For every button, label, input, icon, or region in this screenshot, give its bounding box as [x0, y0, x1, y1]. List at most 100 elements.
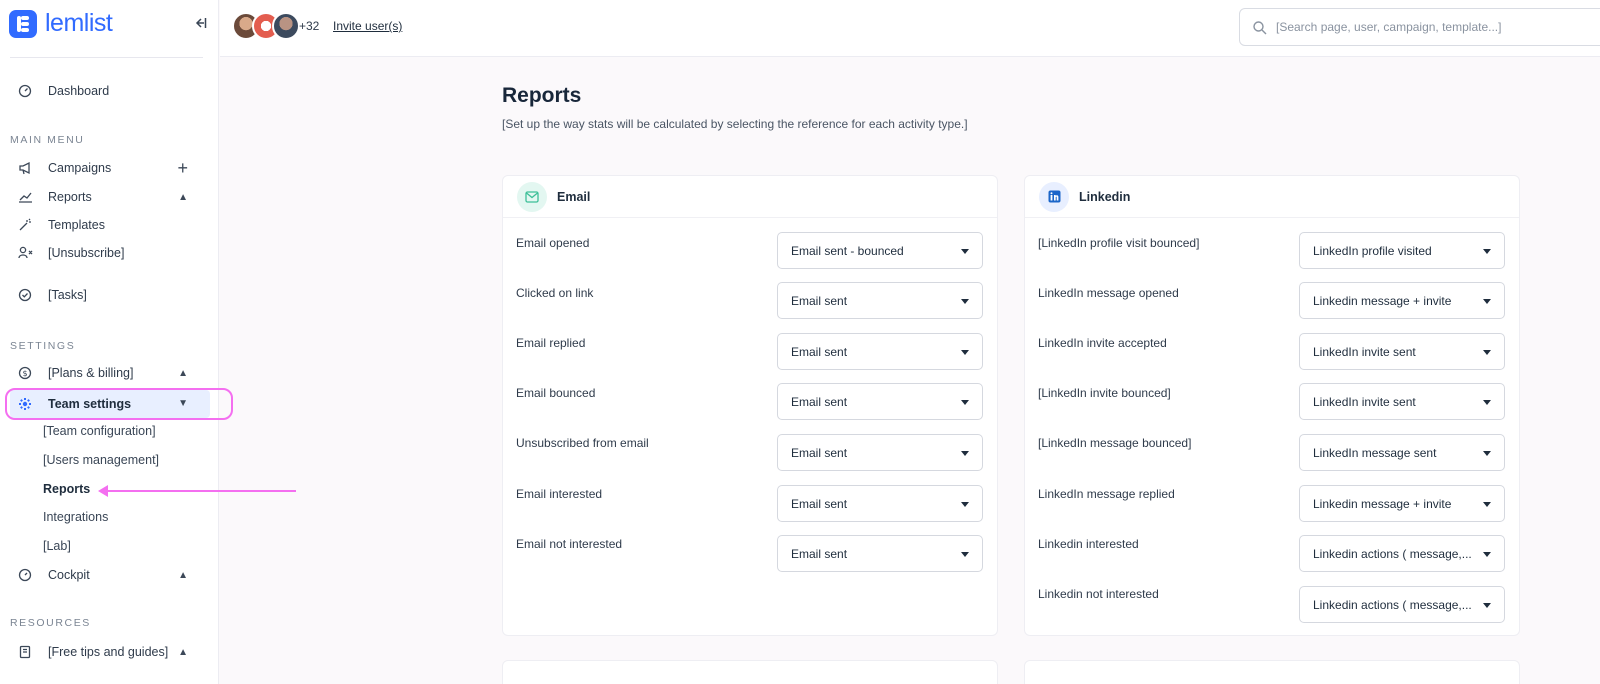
- reference-select[interactable]: Email sent: [777, 383, 983, 420]
- reference-select[interactable]: Linkedin message + invite: [1299, 485, 1505, 522]
- row-label: Unsubscribed from email: [516, 436, 649, 450]
- row-label: Email not interested: [516, 537, 623, 551]
- chevron-up-icon[interactable]: ▲: [178, 360, 188, 386]
- caret-down-icon: [961, 451, 969, 456]
- reference-select[interactable]: LinkedIn message sent: [1299, 434, 1505, 471]
- sidebar-item-tasks[interactable]: [Tasks]: [10, 282, 210, 308]
- caret-down-icon: [961, 299, 969, 304]
- caret-down-icon: [1483, 249, 1491, 254]
- sidebar-item-campaigns[interactable]: Campaigns +: [10, 155, 210, 181]
- section-label-main-menu: MAIN MENU: [10, 134, 85, 146]
- row-label: LinkedIn invite accepted: [1038, 336, 1167, 350]
- caret-down-icon: [1483, 451, 1491, 456]
- linkedin-settings-card: Linkedin [LinkedIn profile visit bounced…: [1024, 175, 1520, 636]
- reference-select[interactable]: LinkedIn invite sent: [1299, 383, 1505, 420]
- caret-down-icon: [1483, 400, 1491, 405]
- invite-users-link[interactable]: Invite user(s): [333, 19, 402, 33]
- reference-select[interactable]: LinkedIn profile visited: [1299, 232, 1505, 269]
- row-label: LinkedIn message opened: [1038, 286, 1179, 300]
- sidebar-subitem-reports[interactable]: Reports: [43, 482, 90, 496]
- reference-select[interactable]: Linkedin message + invite: [1299, 282, 1505, 319]
- reference-select[interactable]: LinkedIn invite sent: [1299, 333, 1505, 370]
- email-settings-card: Email Email opened Email sent - bounced …: [502, 175, 998, 636]
- row-label: Email replied: [516, 336, 586, 350]
- chevron-up-icon[interactable]: ▲: [178, 184, 188, 210]
- sidebar-item-free-tips[interactable]: [Free tips and guides] ▲: [10, 639, 210, 665]
- brand-logo[interactable]: lemlist: [9, 9, 113, 38]
- team-avatars[interactable]: [232, 12, 300, 40]
- select-value: Linkedin message + invite: [1313, 497, 1452, 511]
- calls-settings-card: [502, 660, 998, 684]
- select-value: LinkedIn profile visited: [1313, 244, 1432, 258]
- sidebar-item-label: [Tasks]: [48, 288, 87, 302]
- sidebar-item-label: [Unsubscribe]: [48, 246, 125, 260]
- sidebar-item-label: [Free tips and guides]: [48, 645, 169, 659]
- sidebar-item-plans-billing[interactable]: $ [Plans & billing] ▲: [10, 360, 210, 386]
- check-circle-icon: [16, 286, 34, 304]
- page-title: Reports: [502, 84, 582, 107]
- reference-select[interactable]: Email sent: [777, 282, 983, 319]
- sidebar-subitem-lab[interactable]: [Lab]: [43, 539, 71, 553]
- chevron-up-icon[interactable]: ▲: [178, 639, 188, 665]
- select-value: Email sent: [791, 547, 848, 561]
- card-title: Linkedin: [1079, 189, 1131, 204]
- select-value: Linkedin actions ( message,...: [1313, 547, 1472, 561]
- select-value: Email sent: [791, 294, 848, 308]
- more-users-count: +32: [299, 19, 320, 33]
- select-value: Email sent: [791, 345, 848, 359]
- divider: [10, 57, 203, 58]
- chart-line-icon: [16, 188, 34, 206]
- envelope-icon: [517, 181, 547, 212]
- sidebar-item-templates[interactable]: Templates: [10, 212, 210, 238]
- select-value: Email sent: [791, 395, 848, 409]
- select-value: Email sent - bounced: [791, 244, 904, 258]
- sidebar-item-unsubscribe[interactable]: [Unsubscribe]: [10, 240, 210, 266]
- select-value: Email sent: [791, 497, 848, 511]
- sidebar-item-dashboard[interactable]: Dashboard: [10, 78, 210, 104]
- caret-down-icon: [961, 552, 969, 557]
- row-label: Email opened: [516, 236, 590, 250]
- collapse-sidebar-icon[interactable]: [192, 16, 208, 32]
- search-input[interactable]: [1276, 17, 1596, 37]
- select-value: Email sent: [791, 446, 848, 460]
- reference-select[interactable]: Email sent - bounced: [777, 232, 983, 269]
- caret-down-icon: [1483, 552, 1491, 557]
- sidebar-item-reports[interactable]: Reports ▲: [10, 184, 210, 210]
- sidebar-item-cockpit[interactable]: Cockpit ▲: [10, 562, 210, 588]
- select-value: Linkedin message + invite: [1313, 294, 1452, 308]
- add-campaign-icon[interactable]: +: [177, 155, 188, 181]
- page-subtitle: [Set up the way stats will be calculated…: [502, 117, 968, 131]
- search-box[interactable]: [1239, 8, 1600, 46]
- reference-select[interactable]: Email sent: [777, 333, 983, 370]
- select-value: LinkedIn message sent: [1313, 446, 1437, 460]
- reference-select[interactable]: Email sent: [777, 485, 983, 522]
- top-bar: +32 Invite user(s): [220, 0, 1600, 57]
- sidebar: lemlist Dashboard MAIN MENU Campaigns + …: [0, 0, 233, 684]
- sidebar-subitem-integrations[interactable]: Integrations: [43, 510, 108, 524]
- sidebar-subitem-users-management[interactable]: [Users management]: [43, 453, 159, 467]
- reference-select[interactable]: Email sent: [777, 434, 983, 471]
- sidebar-item-label: Dashboard: [48, 84, 110, 98]
- pointer-arrow-annotation: [98, 485, 296, 497]
- reference-select[interactable]: Linkedin actions ( message,...: [1299, 586, 1505, 623]
- sidebar-item-label: [Plans & billing]: [48, 366, 134, 380]
- reference-select[interactable]: Linkedin actions ( message,...: [1299, 535, 1505, 572]
- lemlist-logo-icon: [9, 9, 37, 38]
- sidebar-item-label: Reports: [48, 190, 92, 204]
- chevron-up-icon[interactable]: ▲: [178, 562, 188, 588]
- linkedin-icon: [1039, 181, 1069, 212]
- dashboard-icon: [16, 82, 34, 100]
- highlight-annotation: [5, 388, 233, 420]
- caret-down-icon: [961, 249, 969, 254]
- caret-down-icon: [961, 350, 969, 355]
- avatar: [272, 12, 300, 40]
- other-settings-card: [1024, 660, 1520, 684]
- reference-select[interactable]: Email sent: [777, 535, 983, 572]
- magic-wand-icon: [16, 216, 34, 234]
- sidebar-subitem-team-configuration[interactable]: [Team configuration]: [43, 424, 156, 438]
- row-label: LinkedIn message replied: [1038, 487, 1175, 501]
- svg-text:$: $: [22, 369, 27, 378]
- card-header: Email: [503, 176, 997, 218]
- row-label: Clicked on link: [516, 286, 594, 300]
- caret-down-icon: [1483, 603, 1491, 608]
